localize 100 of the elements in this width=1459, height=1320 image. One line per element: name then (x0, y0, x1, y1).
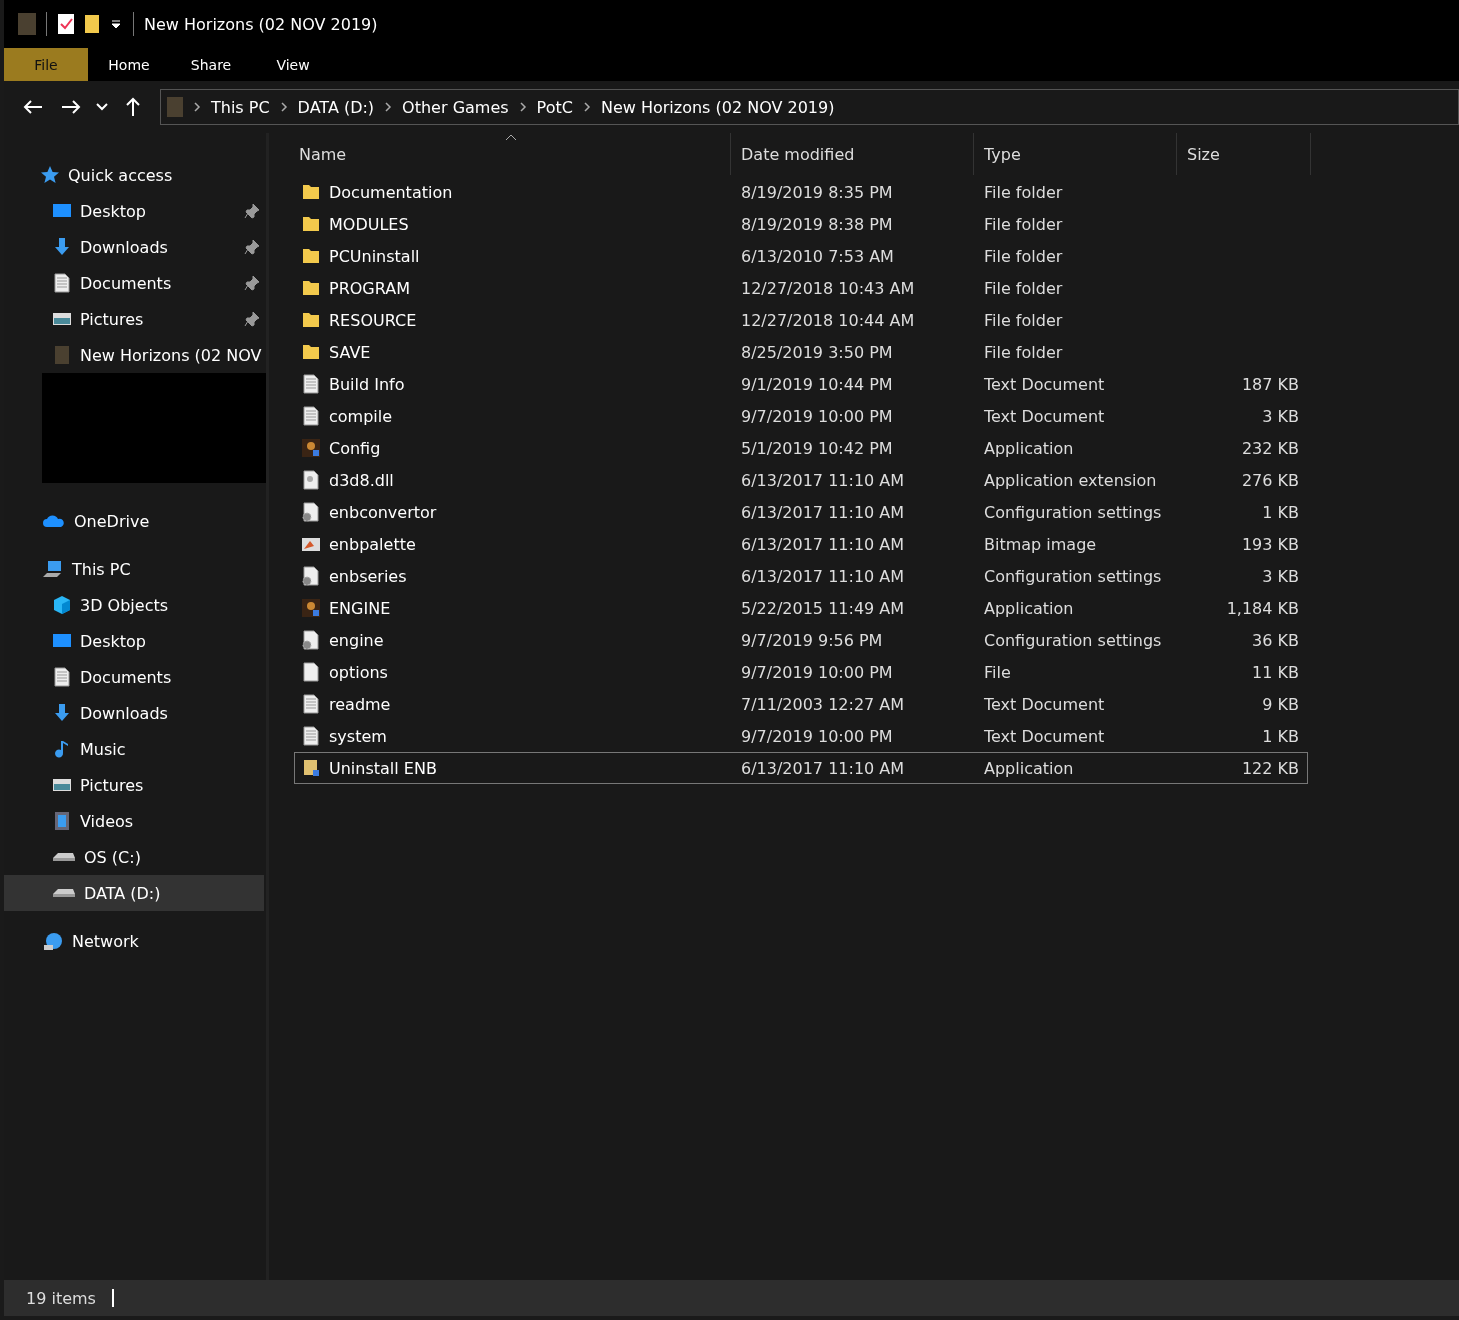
column-header[interactable]: Size (1177, 133, 1311, 175)
caret-icon[interactable] (96, 103, 108, 111)
dropdown-icon[interactable] (109, 17, 123, 31)
column-header[interactable]: Name (295, 133, 731, 175)
chevron-icon (193, 101, 201, 113)
app-icon (301, 598, 321, 618)
file-row[interactable]: d3d8.dll 6/13/2017 11:10 AM Application extension 276 KB (295, 465, 1307, 495)
file-row[interactable]: PROGRAM 12/27/2018 10:43 AM File folder (295, 273, 1307, 303)
settings-file-icon (301, 566, 321, 586)
ribbon-tab[interactable]: Share (170, 48, 252, 81)
breadcrumb-item[interactable]: This PC (211, 97, 270, 117)
file-type: Application (984, 598, 1074, 618)
settings-file-icon (301, 630, 321, 650)
breadcrumb-item[interactable]: DATA (D:) (297, 97, 375, 117)
file-row[interactable]: RESOURCE 12/27/2018 10:44 AM File folder (295, 305, 1307, 335)
file-row[interactable]: enbconvertor 6/13/2017 11:10 AM Configuration settings 1 KB (295, 497, 1307, 527)
file-name: PROGRAM (329, 278, 410, 298)
file-name: MODULES (329, 214, 409, 234)
sidebar-item[interactable]: Downloads (4, 229, 266, 265)
file-row[interactable]: system 9/7/2019 10:00 PM Text Document 1 KB (295, 721, 1307, 751)
folder-icon[interactable] (85, 13, 99, 35)
file-row[interactable]: enbseries 6/13/2017 11:10 AM Configuration settings 3 KB (295, 561, 1307, 591)
pin-icon[interactable] (244, 203, 260, 219)
ribbon-tab[interactable]: File (4, 48, 88, 81)
sidebar-item[interactable]: Pictures (4, 301, 266, 337)
file-size: 3 KB (1262, 406, 1299, 426)
pin-icon[interactable] (244, 275, 260, 291)
address-bar[interactable]: This PC DATA (D:) Other Games PotC New Horizons (02 NOV 2019) (160, 89, 1459, 125)
file-row[interactable]: Documentation 8/19/2019 8:35 PM File folder (295, 177, 1307, 207)
sidebar-item[interactable]: Videos (4, 803, 266, 839)
file-name: Documentation (329, 182, 453, 202)
sidebar-item[interactable]: Quick access (4, 157, 266, 193)
file-type: File folder (984, 214, 1063, 234)
breadcrumb-item[interactable]: Other Games (402, 97, 509, 117)
sidebar-item[interactable]: 3D Objects (4, 587, 266, 623)
forward-arrow-icon[interactable] (61, 99, 81, 115)
ribbon-tab[interactable]: Home (88, 48, 170, 81)
breadcrumb-item[interactable]: PotC (536, 97, 573, 117)
sidebar-item[interactable]: Desktop (4, 623, 266, 659)
file-row[interactable]: engine 9/7/2019 9:56 PM Configuration settings 36 KB (295, 625, 1307, 655)
sidebar-item[interactable]: Network (4, 923, 266, 959)
sidebar-item[interactable]: Documents (4, 265, 266, 301)
file-name: system (329, 726, 387, 746)
date-modified: 9/1/2019 10:44 PM (741, 374, 893, 394)
file-row[interactable]: ENGINE 5/22/2015 11:49 AM Application 1,184 KB (295, 593, 1307, 623)
drive-icon (52, 852, 76, 862)
sidebar-item[interactable]: New Horizons (02 NOV (4, 337, 266, 373)
installer-icon (301, 758, 321, 778)
file-name: SAVE (329, 342, 371, 362)
file-row[interactable]: compile 9/7/2019 10:00 PM Text Document 3 KB (295, 401, 1307, 431)
app-icon (167, 97, 183, 117)
pin-icon[interactable] (244, 311, 260, 327)
file-type: Application (984, 438, 1074, 458)
clipboard-check-icon[interactable] (57, 13, 75, 35)
file-type: File folder (984, 278, 1063, 298)
file-row[interactable]: Build Info 9/1/2019 10:44 PM Text Document 187 KB (295, 369, 1307, 399)
folder-icon (301, 278, 321, 298)
file-size: 36 KB (1252, 630, 1299, 650)
date-modified: 8/19/2019 8:35 PM (741, 182, 893, 202)
file-row[interactable]: Config 5/1/2019 10:42 PM Application 232 KB (295, 433, 1307, 463)
breadcrumb-item[interactable]: New Horizons (02 NOV 2019) (600, 97, 835, 117)
sidebar-item[interactable]: OneDrive (4, 503, 266, 539)
date-modified: 7/11/2003 12:27 AM (741, 694, 905, 714)
file-type: Configuration settings (984, 502, 1162, 522)
file-row[interactable]: options 9/7/2019 10:00 PM File 11 KB (295, 657, 1307, 687)
chevron-icon (384, 101, 393, 113)
file-row[interactable]: Uninstall ENB 6/13/2017 11:10 AM Application 122 KB (295, 753, 1307, 783)
up-arrow-icon[interactable] (125, 97, 141, 117)
file-row[interactable]: PCUninstall 6/13/2010 7:53 AM File folder (295, 241, 1307, 271)
file-name: Uninstall ENB (329, 758, 437, 778)
ribbon-tab[interactable]: View (252, 48, 334, 81)
star-icon (40, 165, 60, 185)
sidebar-item[interactable]: Music (4, 731, 266, 767)
pin-icon[interactable] (244, 239, 260, 255)
blank-file-icon (301, 662, 321, 682)
file-row[interactable]: readme 7/11/2003 12:27 AM Text Document 9 KB (295, 689, 1307, 719)
date-modified: 6/13/2017 11:10 AM (741, 566, 905, 586)
chevron-icon (279, 101, 288, 113)
sidebar-item[interactable]: Desktop (4, 193, 266, 229)
file-size: 1 KB (1262, 726, 1299, 746)
file-row[interactable]: MODULES 8/19/2019 8:38 PM File folder (295, 209, 1307, 239)
file-name: enbseries (329, 566, 407, 586)
sidebar-item[interactable]: Documents (4, 659, 266, 695)
file-row[interactable]: enbpalette 6/13/2017 11:10 AM Bitmap image 193 KB (295, 529, 1307, 559)
column-header[interactable]: Date modified (731, 133, 974, 175)
sidebar-item[interactable]: Pictures (4, 767, 266, 803)
document-icon (52, 667, 72, 687)
file-row[interactable]: SAVE 8/25/2019 3:50 PM File folder (295, 337, 1307, 367)
folder-icon (301, 246, 321, 266)
date-modified: 9/7/2019 10:00 PM (741, 662, 893, 682)
sidebar-item[interactable]: OS (C:) (4, 839, 266, 875)
back-arrow-icon[interactable] (23, 99, 43, 115)
sidebar-item[interactable]: This PC (4, 551, 266, 587)
date-modified: 9/7/2019 9:56 PM (741, 630, 883, 650)
date-modified: 12/27/2018 10:43 AM (741, 278, 915, 298)
sidebar-item[interactable]: DATA (D:) (4, 875, 264, 911)
sidebar-item[interactable]: Downloads (4, 695, 266, 731)
cube-icon (52, 595, 72, 615)
column-header[interactable]: Type (974, 133, 1177, 175)
date-modified: 8/19/2019 8:38 PM (741, 214, 893, 234)
